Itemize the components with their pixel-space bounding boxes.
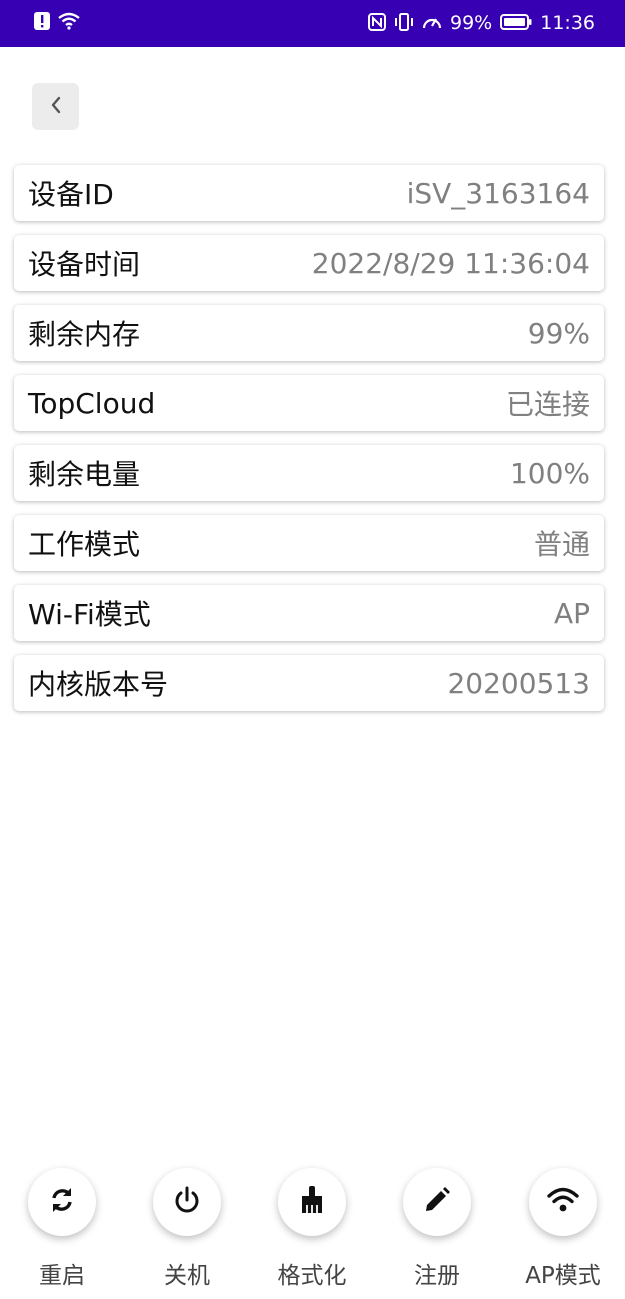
register-action: 注册 (382, 1168, 492, 1290)
nfc-icon (368, 12, 386, 35)
register-button[interactable] (403, 1168, 471, 1236)
info-row-value: 2022/8/29 11:36:04 (311, 246, 590, 280)
format-button[interactable] (278, 1168, 346, 1236)
info-row-label: 内核版本号 (28, 668, 169, 701)
info-row-wifi-mode[interactable]: Wi-Fi模式 AP (14, 585, 604, 641)
info-row-label: 工作模式 (28, 528, 141, 561)
broom-icon (297, 1184, 327, 1220)
info-row-label: Wi-Fi模式 (28, 598, 151, 631)
action-bar: 重启 关机 格式化 注册 AP模式 (0, 1168, 625, 1290)
ap-mode-label: AP模式 (525, 1263, 601, 1289)
info-row-value: 普通 (533, 528, 590, 561)
info-row-value: 已连接 (505, 388, 590, 421)
info-row-topcloud[interactable]: TopCloud 已连接 (14, 375, 604, 431)
vibrate-icon (394, 12, 414, 35)
info-row-kernel-version[interactable]: 内核版本号 20200513 (14, 655, 604, 711)
info-row-label: 剩余电量 (28, 458, 141, 491)
battery-percent: 99% (450, 12, 493, 34)
format-action: 格式化 (257, 1168, 367, 1290)
format-label: 格式化 (277, 1263, 347, 1289)
ap-mode-action: AP模式 (508, 1168, 618, 1290)
info-row-label: TopCloud (28, 386, 156, 420)
chevron-left-icon (48, 94, 64, 120)
back-button[interactable] (32, 83, 79, 130)
power-icon (172, 1185, 202, 1219)
refresh-icon (47, 1185, 77, 1219)
battery-icon (500, 13, 532, 35)
info-row-label: 剩余内存 (28, 318, 141, 351)
shutdown-label: 关机 (164, 1263, 210, 1289)
info-row-value: AP (553, 596, 590, 630)
info-row-battery[interactable]: 剩余电量 100% (14, 445, 604, 501)
wifi-icon (546, 1186, 580, 1218)
info-row-memory[interactable]: 剩余内存 99% (14, 305, 604, 361)
shutdown-action: 关机 (132, 1168, 242, 1290)
register-label: 注册 (414, 1263, 460, 1289)
status-bar-left (34, 12, 80, 35)
shutdown-button[interactable] (153, 1168, 221, 1236)
status-bar: 99% 11:36 (0, 0, 625, 47)
wifi-icon (58, 12, 80, 35)
info-row-device-id[interactable]: 设备ID iSV_3163164 (14, 165, 604, 221)
status-bar-right: 99% 11:36 (368, 12, 595, 35)
restart-label: 重启 (39, 1263, 85, 1289)
alert-icon (34, 12, 50, 35)
info-row-value: 99% (527, 316, 590, 350)
clock: 11:36 (540, 12, 595, 34)
info-row-device-time[interactable]: 设备时间 2022/8/29 11:36:04 (14, 235, 604, 291)
device-info-list: 设备ID iSV_3163164 设备时间 2022/8/29 11:36:04… (14, 165, 604, 725)
speed-icon (422, 13, 442, 35)
ap-mode-button[interactable] (529, 1168, 597, 1236)
info-row-label: 设备ID (28, 178, 114, 211)
info-row-value: 20200513 (447, 666, 590, 700)
pencil-icon (422, 1185, 452, 1219)
info-row-label: 设备时间 (28, 248, 141, 281)
restart-action: 重启 (7, 1168, 117, 1290)
info-row-work-mode[interactable]: 工作模式 普通 (14, 515, 604, 571)
info-row-value: 100% (509, 456, 590, 490)
info-row-value: iSV_3163164 (406, 176, 590, 210)
restart-button[interactable] (28, 1168, 96, 1236)
